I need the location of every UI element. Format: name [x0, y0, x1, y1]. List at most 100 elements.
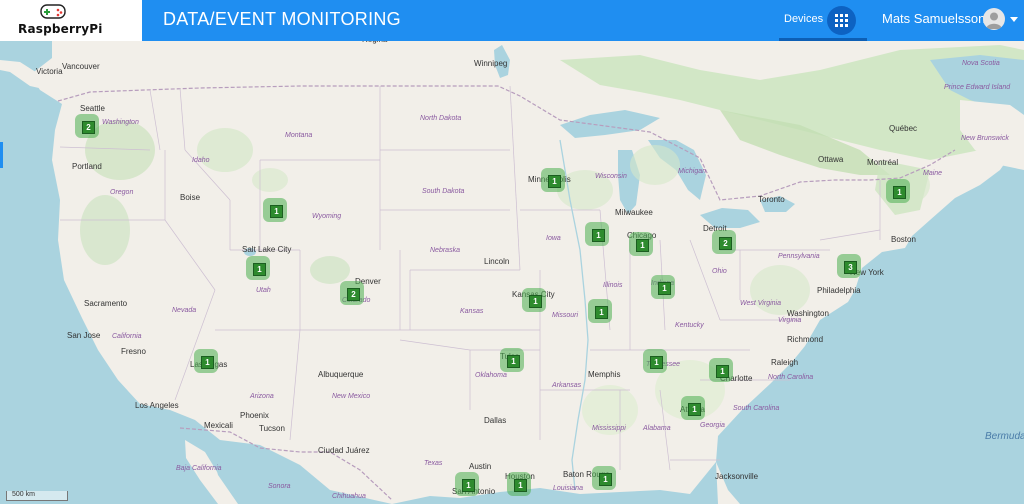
city-label: Winnipeg — [474, 59, 508, 68]
city-label: Memphis — [588, 370, 621, 379]
region-label: Ohio — [712, 268, 727, 275]
cluster-count: 1 — [270, 205, 283, 218]
device-cluster-marker[interactable]: 1 — [507, 472, 531, 496]
brand-name: RaspberryPi — [18, 22, 103, 36]
device-cluster-marker[interactable]: 1 — [585, 222, 609, 246]
map-scale-bar: 500 km — [6, 491, 68, 501]
avatar[interactable] — [983, 8, 1005, 30]
device-map[interactable]: ReginaWinnipegVancouverVictoriaSeattlePo… — [0, 35, 1024, 504]
city-label: Montréal — [867, 158, 899, 167]
nav-devices-label: Devices — [784, 13, 824, 25]
device-cluster-marker[interactable]: 1 — [455, 472, 479, 496]
region-label: New Mexico — [332, 393, 371, 400]
cluster-count: 1 — [716, 365, 729, 378]
brand-logo[interactable]: RaspberryPi — [0, 0, 142, 41]
city-label: Fresno — [121, 347, 146, 356]
device-cluster-marker[interactable]: 1 — [500, 348, 524, 372]
region-label: Louisiana — [553, 485, 583, 492]
cluster-count: 1 — [595, 306, 608, 319]
grid-icon — [835, 14, 848, 27]
city-label: Richmond — [787, 335, 824, 344]
region-label: Pennsylvania — [778, 253, 820, 260]
nav-devices-tab[interactable]: Devices — [779, 0, 867, 41]
city-label: Victoria — [36, 67, 63, 76]
city-label: Austin — [469, 462, 492, 471]
device-cluster-marker[interactable]: 1 — [629, 232, 653, 256]
region-label: Montana — [285, 132, 313, 139]
user-name[interactable]: Mats Samuelsson — [882, 11, 985, 26]
cluster-count: 1 — [658, 282, 671, 295]
region-label: Utah — [256, 287, 271, 294]
device-cluster-marker[interactable]: 1 — [681, 396, 705, 420]
page-title: DATA/EVENT MONITORING — [163, 9, 401, 29]
region-label: Kentucky — [675, 322, 704, 329]
cluster-count: 1 — [462, 479, 475, 492]
city-label: Boise — [180, 193, 201, 202]
device-cluster-marker[interactable]: 2 — [712, 230, 736, 254]
active-tab-indicator — [779, 38, 867, 41]
region-label: Washington — [102, 119, 139, 126]
device-cluster-marker[interactable]: 1 — [588, 299, 612, 323]
region-label: Wyoming — [312, 213, 342, 220]
cluster-count: 1 — [529, 295, 542, 308]
chevron-down-icon[interactable] — [1010, 17, 1018, 22]
cluster-count: 1 — [688, 403, 701, 416]
region-label: Nebraska — [430, 247, 460, 254]
cluster-count: 1 — [893, 186, 906, 199]
region-label: Nevada — [172, 307, 197, 314]
cluster-count: 2 — [347, 288, 360, 301]
region-label: North Carolina — [768, 374, 814, 381]
device-cluster-marker[interactable]: 1 — [541, 168, 565, 192]
region-label: Missouri — [552, 312, 579, 319]
city-label: Ottawa — [818, 155, 844, 164]
device-cluster-marker[interactable]: 1 — [246, 256, 270, 280]
device-cluster-marker[interactable]: 1 — [194, 349, 218, 373]
city-label: Philadelphia — [817, 286, 861, 295]
cluster-count: 1 — [507, 355, 520, 368]
side-panel-toggle[interactable] — [0, 142, 3, 168]
region-label: Kansas — [460, 308, 484, 315]
city-label: Tucson — [259, 424, 285, 433]
region-label: Nova Scotia — [962, 60, 1000, 67]
cluster-count: 2 — [82, 121, 95, 134]
device-cluster-marker[interactable]: 1 — [643, 349, 667, 373]
cluster-count: 1 — [548, 175, 561, 188]
region-label: Alabama — [643, 425, 671, 432]
device-cluster-marker[interactable]: 1 — [886, 179, 910, 203]
cluster-count: 1 — [514, 479, 527, 492]
device-cluster-marker[interactable]: 3 — [837, 254, 861, 278]
region-label: South Dakota — [422, 188, 465, 195]
city-label: Sacramento — [84, 299, 128, 308]
city-label: Ciudad Juárez — [318, 446, 370, 455]
city-label: Vancouver — [62, 62, 100, 71]
region-label: Wisconsin — [595, 173, 627, 180]
city-label: Québec — [889, 124, 918, 133]
cluster-count: 1 — [253, 263, 266, 276]
region-label: Georgia — [700, 422, 725, 429]
region-label: North Dakota — [420, 115, 462, 122]
cluster-count: 1 — [599, 473, 612, 486]
region-label: Maine — [923, 170, 943, 177]
device-cluster-marker[interactable]: 1 — [263, 198, 287, 222]
region-label: Michigan — [678, 168, 707, 175]
apps-grid-button[interactable] — [827, 6, 856, 35]
device-cluster-marker[interactable]: 1 — [709, 358, 733, 382]
region-label: Sonora — [268, 483, 291, 490]
device-cluster-marker[interactable]: 1 — [651, 275, 675, 299]
region-label: Oregon — [110, 189, 134, 196]
cluster-count: 1 — [650, 356, 663, 369]
device-cluster-marker[interactable]: 1 — [522, 288, 546, 312]
region-label: Iowa — [546, 235, 561, 242]
cluster-count: 3 — [844, 261, 857, 274]
city-label: Milwaukee — [615, 208, 653, 217]
cluster-count: 1 — [592, 229, 605, 242]
region-label: Idaho — [192, 157, 210, 164]
device-cluster-marker[interactable]: 2 — [75, 114, 99, 138]
city-label: Raleigh — [771, 358, 799, 367]
cluster-count: 1 — [201, 356, 214, 369]
region-label: Illinois — [603, 282, 623, 289]
device-cluster-marker[interactable]: 1 — [592, 466, 616, 490]
city-label: Jacksonville — [715, 472, 759, 481]
device-cluster-marker[interactable]: 2 — [340, 281, 364, 305]
region-label: Mississippi — [592, 425, 626, 432]
